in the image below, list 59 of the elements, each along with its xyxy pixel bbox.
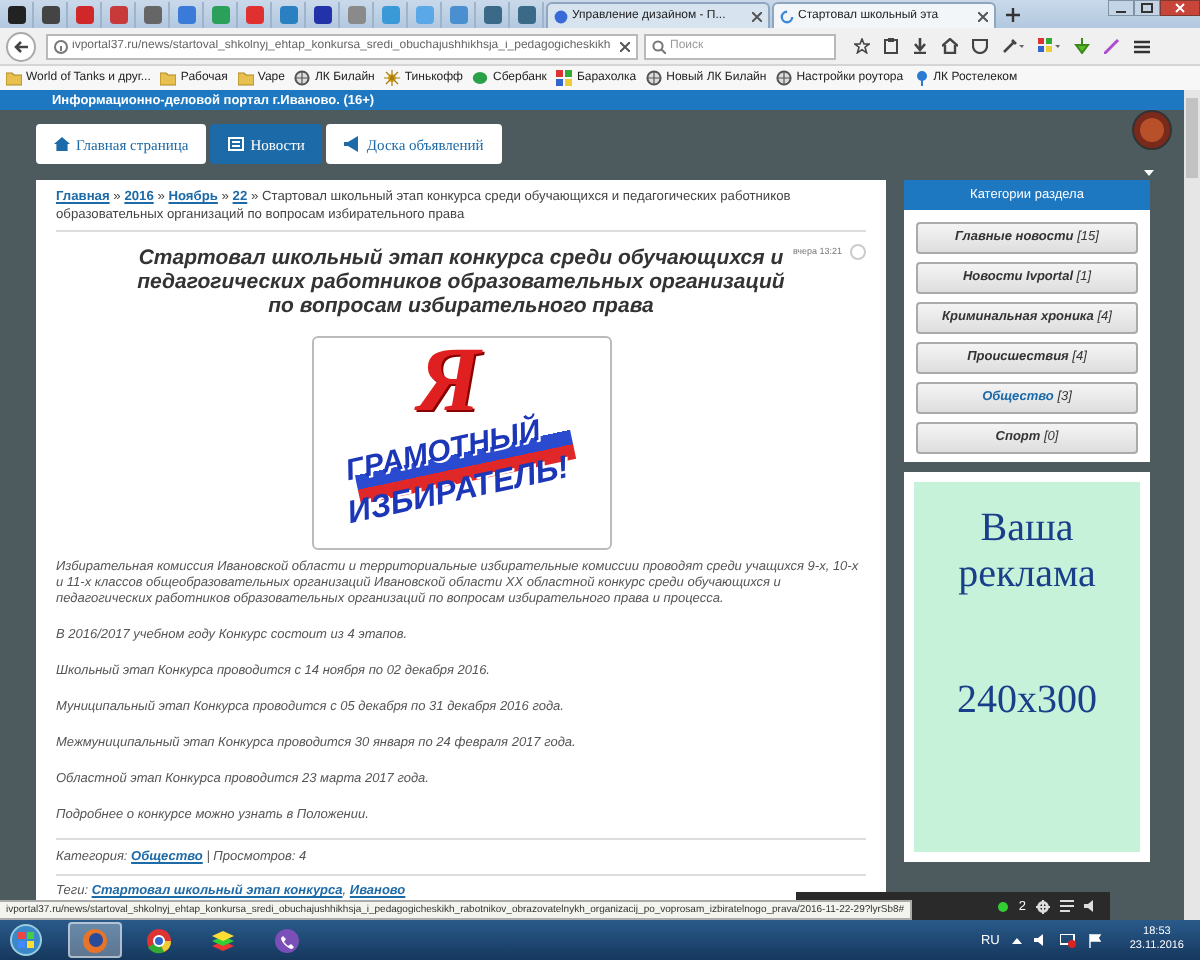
- layers-icon: [210, 927, 236, 953]
- pen-icon[interactable]: [1002, 38, 1024, 54]
- ad-text: 240x300: [957, 678, 1097, 724]
- pocket-icon[interactable]: [972, 38, 988, 54]
- start-icon[interactable]: [10, 924, 42, 956]
- new-tab-icon[interactable]: [1006, 8, 1020, 22]
- network-icon[interactable]: [1059, 933, 1076, 947]
- home-icon[interactable]: [942, 38, 958, 54]
- globe-icon: [294, 70, 311, 86]
- close-icon[interactable]: [978, 11, 988, 21]
- taskbar-button[interactable]: [68, 922, 122, 958]
- grid-icon[interactable]: [1038, 38, 1060, 54]
- avatar-icon[interactable]: [1132, 110, 1172, 150]
- download-icon[interactable]: [1074, 38, 1090, 54]
- speaker-icon[interactable]: [1033, 934, 1048, 946]
- loading-icon: [780, 9, 794, 23]
- pin-icon: [913, 70, 930, 86]
- folder-icon: [160, 70, 177, 86]
- site-icon[interactable]: [313, 6, 331, 24]
- close-icon[interactable]: [752, 11, 762, 21]
- megaphone-icon: [344, 136, 361, 152]
- firefox-icon: [82, 927, 108, 953]
- ad-text: Ваша: [980, 506, 1074, 552]
- maximize-icon[interactable]: [1134, 0, 1160, 16]
- article-title: Стартовал школьный этап конкурса среди обучающихся и педагогических работников образовательных организаций по вопросам избирательного права: [136, 246, 786, 318]
- search-icon: [652, 39, 666, 53]
- settings-icon[interactable]: [1036, 899, 1050, 913]
- star-icon[interactable]: [854, 38, 870, 54]
- phone-bubble-icon: [274, 927, 300, 953]
- download-icon[interactable]: [912, 38, 928, 54]
- globe-icon: [646, 70, 663, 86]
- sun-icon: [384, 70, 401, 86]
- circle-icon: [850, 244, 866, 260]
- back-icon[interactable]: [6, 31, 36, 61]
- up-arrow-icon[interactable]: [1011, 937, 1022, 943]
- speaker-icon[interactable]: [1084, 900, 1098, 912]
- site-icon: [554, 9, 568, 23]
- menu-icon[interactable]: [1134, 39, 1150, 53]
- close-icon[interactable]: [1160, 0, 1200, 16]
- ad-text: реклама: [958, 552, 1096, 598]
- site-icon[interactable]: [7, 6, 25, 24]
- clear-icon[interactable]: [620, 41, 630, 51]
- folder-icon: [6, 70, 22, 86]
- minimize-icon[interactable]: [1108, 0, 1134, 16]
- scrollbar[interactable]: [1184, 90, 1200, 920]
- folder-icon: [237, 70, 254, 86]
- newspaper-icon: [228, 136, 245, 152]
- status-dot-icon: [998, 901, 1009, 911]
- grid-icon: [556, 70, 573, 86]
- flag-icon[interactable]: [1087, 933, 1102, 947]
- home-icon: [54, 136, 70, 152]
- clipboard-icon[interactable]: [884, 38, 898, 54]
- list-icon[interactable]: [1060, 900, 1074, 912]
- info-icon: [54, 39, 68, 53]
- caret-icon[interactable]: [1144, 170, 1154, 176]
- leaf-icon: [472, 70, 489, 86]
- globe-icon: [776, 70, 793, 86]
- site-icon[interactable]: [41, 6, 59, 24]
- chrome-icon: [146, 927, 172, 953]
